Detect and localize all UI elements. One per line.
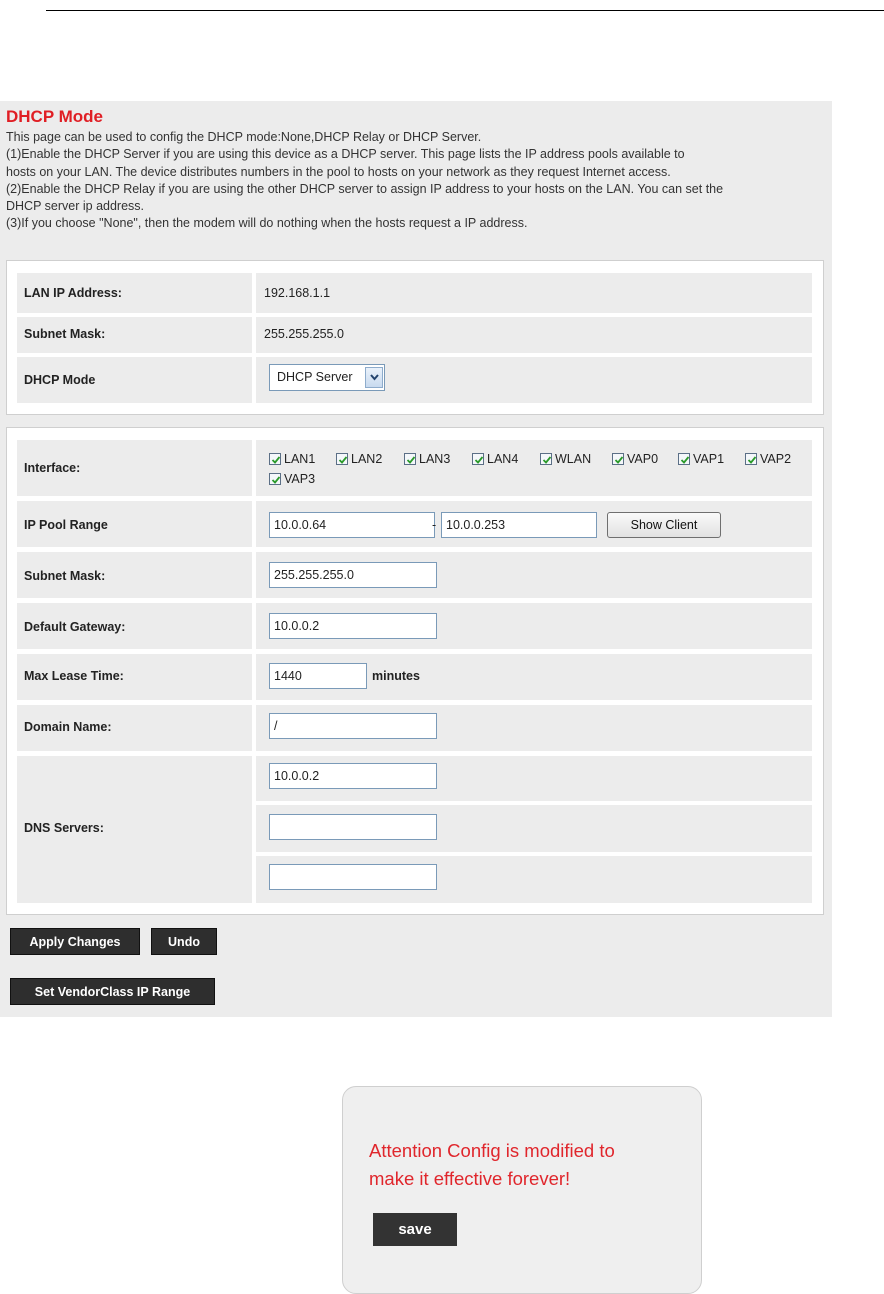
description-line: This page can be used to config the DHCP… <box>6 130 482 144</box>
server-subnet-mask-label: Subnet Mask: <box>24 569 106 583</box>
interface-label: Interface: <box>24 461 81 475</box>
interface-lan2-checkbox[interactable]: LAN2 <box>336 452 382 466</box>
dhcp-mode-select[interactable]: DHCP Server <box>269 364 385 391</box>
interface-vap1-checkbox[interactable]: VAP1 <box>678 452 724 466</box>
save-button[interactable]: save <box>373 1213 457 1246</box>
description-line: DHCP server ip address. <box>6 199 145 214</box>
checkbox-checked-icon[interactable] <box>269 453 281 465</box>
interface-lan2-label: LAN2 <box>351 452 383 466</box>
table-row <box>256 273 812 313</box>
notice-message: Attention Config is modified to make it … <box>369 1137 689 1193</box>
lease-unit-label: minutes <box>372 669 420 683</box>
dns-server-2-input[interactable] <box>269 814 437 840</box>
lan-ip-value: 192.168.1.1 <box>264 286 331 300</box>
checkbox-checked-icon[interactable] <box>612 453 624 465</box>
interface-lan3-checkbox[interactable]: LAN3 <box>404 452 450 466</box>
description-line: (3)If you choose "None", then the modem … <box>6 216 528 231</box>
subnet-mask-value: 255.255.255.0 <box>264 327 344 341</box>
domain-name-label: Domain Name: <box>24 720 112 734</box>
undo-button[interactable]: Undo <box>151 928 217 955</box>
ip-pool-separator: - <box>432 518 437 532</box>
dhcp-mode-label: DHCP Mode <box>24 373 96 387</box>
chevron-down-icon[interactable] <box>365 367 383 388</box>
interface-lan3-label: LAN3 <box>419 452 451 466</box>
apply-changes-button[interactable]: Apply Changes <box>10 928 140 955</box>
interface-lan4-checkbox[interactable]: LAN4 <box>472 452 518 466</box>
checkbox-checked-icon[interactable] <box>745 453 757 465</box>
default-gateway-label: Default Gateway: <box>24 620 126 634</box>
table-row <box>256 440 812 496</box>
checkbox-checked-icon[interactable] <box>404 453 416 465</box>
interface-lan1-label: LAN1 <box>284 452 316 466</box>
interface-lan4-label: LAN4 <box>487 452 519 466</box>
checkbox-checked-icon[interactable] <box>472 453 484 465</box>
max-lease-time-input[interactable]: 1440 <box>269 663 367 689</box>
interface-vap2-label: VAP2 <box>760 452 792 466</box>
notice-line: Attention Config is modified to <box>369 1140 615 1161</box>
description-line: (1)Enable the DHCP Server if you are usi… <box>6 147 685 162</box>
show-client-button[interactable]: Show Client <box>607 512 721 538</box>
ip-pool-end-input[interactable]: 10.0.0.253 <box>441 512 597 538</box>
interface-vap2-checkbox[interactable]: VAP2 <box>745 452 791 466</box>
interface-vap1-label: VAP1 <box>693 452 725 466</box>
interface-lan1-checkbox[interactable]: LAN1 <box>269 452 315 466</box>
set-vendorclass-ip-range-button[interactable]: Set VendorClass IP Range <box>10 978 215 1005</box>
notice-line: make it effective forever! <box>369 1168 571 1189</box>
interface-vap0-label: VAP0 <box>627 452 659 466</box>
checkbox-checked-icon[interactable] <box>269 473 281 485</box>
dns-server-3-input[interactable] <box>269 864 437 890</box>
dns-server-1-input[interactable]: 10.0.0.2 <box>269 763 437 789</box>
interface-vap3-checkbox[interactable]: VAP3 <box>269 472 315 486</box>
interface-vap3-label: VAP3 <box>284 472 316 486</box>
subnet-mask-input[interactable]: 255.255.255.0 <box>269 562 437 588</box>
checkbox-checked-icon[interactable] <box>540 453 552 465</box>
description-line: (2)Enable the DHCP Relay if you are usin… <box>6 181 724 196</box>
max-lease-time-label: Max Lease Time: <box>24 669 124 683</box>
ip-pool-start-input[interactable]: 10.0.0.64 <box>269 512 435 538</box>
interface-vap0-checkbox[interactable]: VAP0 <box>612 452 658 466</box>
lan-ip-label: LAN IP Address: <box>24 286 122 300</box>
dhcp-mode-value: DHCP Server <box>277 370 353 384</box>
interface-wlan-label: WLAN <box>555 452 592 466</box>
ip-pool-range-label: IP Pool Range <box>24 518 108 532</box>
subnet-mask-label: Subnet Mask: <box>24 327 106 341</box>
checkbox-checked-icon[interactable] <box>678 453 690 465</box>
dns-servers-label: DNS Servers: <box>24 821 104 835</box>
page-title: DHCP Mode <box>6 107 103 126</box>
page-description: This page can be used to config the DHCP… <box>6 129 832 233</box>
top-rule <box>46 10 884 11</box>
description-line: hosts on your LAN. The device distribute… <box>6 164 671 179</box>
domain-name-input[interactable]: / <box>269 713 437 739</box>
default-gateway-input[interactable]: 10.0.0.2 <box>269 613 437 639</box>
interface-wlan-checkbox[interactable]: WLAN <box>540 452 591 466</box>
checkbox-checked-icon[interactable] <box>336 453 348 465</box>
